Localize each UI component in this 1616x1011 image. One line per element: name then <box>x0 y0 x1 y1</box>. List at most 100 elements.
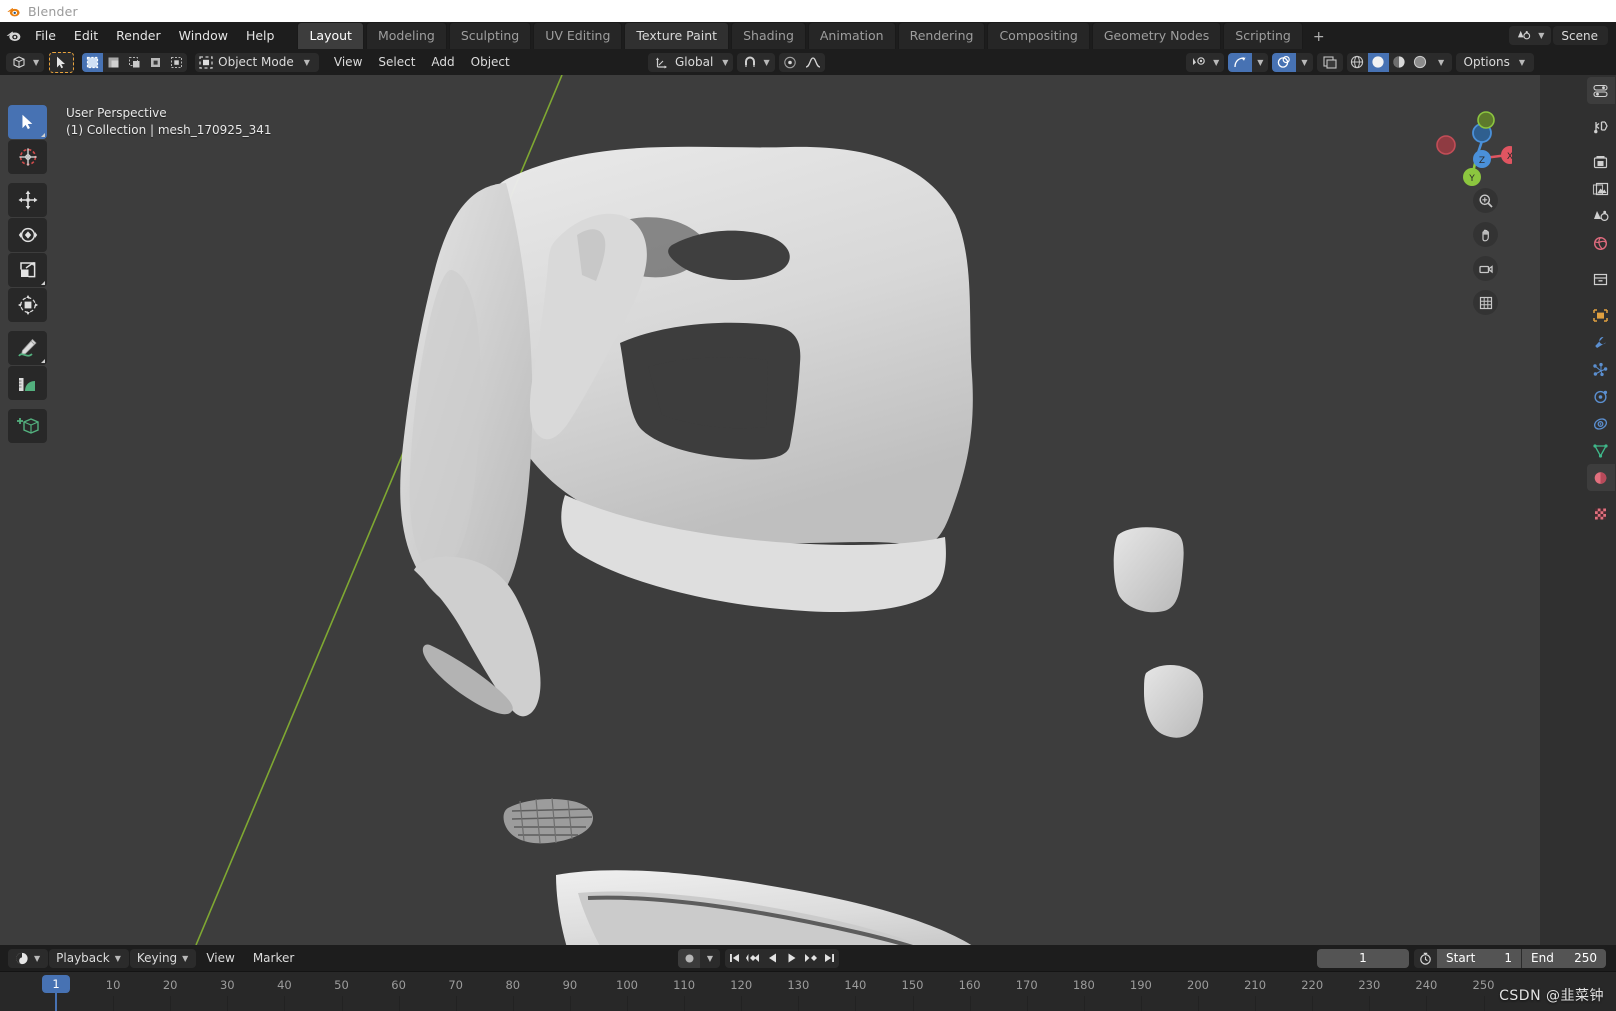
shading-rendered-icon[interactable] <box>1410 53 1431 72</box>
show-overlays-group[interactable]: ▼ <box>1272 52 1313 72</box>
tool-scale[interactable] <box>8 253 47 287</box>
playhead-marker[interactable]: 1 <box>42 975 70 993</box>
tool-move[interactable] <box>8 183 47 217</box>
mesh-object-scan[interactable] <box>0 75 1540 945</box>
scene-selector[interactable]: ▼ <box>1509 26 1552 45</box>
snap-settings[interactable]: ▼ <box>737 52 775 72</box>
select-extend-icon[interactable] <box>103 53 124 72</box>
select-box-icon[interactable] <box>82 52 104 72</box>
properties-tab-world[interactable] <box>1587 230 1615 257</box>
current-frame-field[interactable]: 1 <box>1317 948 1409 968</box>
tab-sculpting[interactable]: Sculpting <box>448 22 532 49</box>
tab-rendering[interactable]: Rendering <box>897 22 986 49</box>
timeline-menu-marker[interactable]: Marker <box>244 949 303 967</box>
tool-measure[interactable] <box>8 366 47 400</box>
properties-tab-constraints[interactable] <box>1587 410 1615 437</box>
tab-compositing[interactable]: Compositing <box>987 22 1090 49</box>
transform-orientation-selector[interactable]: Global ▼ <box>648 52 734 72</box>
navigation-gizmo[interactable]: X Y Z <box>1428 103 1512 187</box>
mode-dropdown[interactable]: Object Mode ▼ <box>195 52 319 72</box>
object-visibility-selector[interactable]: ▼ <box>1186 52 1225 72</box>
active-tool-indicator[interactable] <box>49 51 75 73</box>
viewport-menu-object[interactable]: Object <box>463 53 518 71</box>
start-frame-field[interactable]: Start 1 <box>1437 948 1521 968</box>
viewport-menu-add[interactable]: Add <box>423 53 462 71</box>
properties-tab-tool[interactable] <box>1587 77 1615 104</box>
pan-hand-icon[interactable] <box>1473 222 1498 247</box>
properties-tab-object[interactable] <box>1587 302 1615 329</box>
scene-name-field[interactable]: Scene <box>1553 26 1608 45</box>
properties-tab-data[interactable] <box>1587 437 1615 464</box>
timeline-ruler[interactable]: 1 10 20 30 40 50 60 70 80 90 100 110 120 130 140 150 16… <box>0 971 1616 1011</box>
jump-to-end-icon[interactable] <box>820 949 839 968</box>
tool-rotate[interactable] <box>8 218 47 252</box>
timeline-menu-playback[interactable]: Playback ▼ <box>49 948 129 968</box>
properties-tab-collection[interactable] <box>1587 266 1615 293</box>
select-subtract-icon[interactable] <box>124 53 145 72</box>
shading-solid-icon[interactable] <box>1367 52 1389 72</box>
menu-help[interactable]: Help <box>237 25 284 46</box>
viewport-options-button[interactable]: Options ▼ <box>1455 52 1534 72</box>
3d-viewport[interactable]: User Perspective (1) Collection | mesh_1… <box>0 75 1540 945</box>
properties-tab-material[interactable] <box>1587 464 1615 491</box>
menu-render[interactable]: Render <box>107 25 170 46</box>
properties-tab-scene[interactable] <box>1587 203 1615 230</box>
menu-window[interactable]: Window <box>170 25 237 46</box>
viewport-menu-select[interactable]: Select <box>370 53 423 71</box>
show-gizmo-icon[interactable] <box>1228 52 1253 72</box>
auto-keying-group[interactable]: ▼ <box>678 948 720 968</box>
properties-tab-particles[interactable] <box>1587 356 1615 383</box>
jump-to-start-icon[interactable] <box>725 949 744 968</box>
tool-annotate[interactable] <box>8 331 47 365</box>
ortho-persp-icon[interactable] <box>1473 290 1498 315</box>
select-invert-icon[interactable] <box>145 53 166 72</box>
tab-scripting[interactable]: Scripting <box>1223 22 1303 49</box>
tool-cursor[interactable] <box>8 140 47 174</box>
zoom-icon[interactable] <box>1473 188 1498 213</box>
tab-uv-editing[interactable]: UV Editing <box>533 22 623 49</box>
proportional-editing[interactable] <box>778 52 825 72</box>
editor-type-selector[interactable]: ▼ <box>6 52 45 72</box>
menu-edit[interactable]: Edit <box>65 25 107 46</box>
shading-wireframe-icon[interactable] <box>1347 53 1368 72</box>
properties-tab-render[interactable] <box>1587 113 1615 140</box>
show-gizmo-group[interactable]: ▼ <box>1228 52 1269 72</box>
shading-material-icon[interactable] <box>1389 53 1410 72</box>
viewport-menu-view[interactable]: View <box>326 53 370 71</box>
properties-tab-output[interactable] <box>1587 149 1615 176</box>
tool-add-cube[interactable] <box>8 409 47 443</box>
toggle-xray-icon[interactable] <box>1316 52 1343 72</box>
add-workspace-button[interactable]: + <box>1305 25 1333 49</box>
timeline-menu-keying[interactable]: Keying ▼ <box>129 948 197 968</box>
camera-icon[interactable] <box>1473 256 1498 281</box>
chevron-down-icon[interactable]: ▼ <box>700 949 720 968</box>
timeline-menu-view[interactable]: View <box>197 949 243 967</box>
show-overlays-icon[interactable] <box>1272 52 1297 72</box>
tool-tweak-select[interactable] <box>8 105 47 139</box>
menu-file[interactable]: File <box>26 25 65 46</box>
jump-to-prev-keyframe-icon[interactable] <box>744 949 763 968</box>
auto-keying-record-icon[interactable] <box>678 948 700 968</box>
tool-transform[interactable] <box>8 288 47 322</box>
select-intersect-icon[interactable] <box>166 53 187 72</box>
properties-tab-modifiers[interactable] <box>1587 329 1615 356</box>
tab-shading[interactable]: Shading <box>731 22 806 49</box>
properties-tab-physics[interactable] <box>1587 383 1615 410</box>
stopwatch-icon[interactable] <box>1414 949 1436 968</box>
chevron-down-icon[interactable]: ▼ <box>1252 52 1269 72</box>
chevron-down-icon[interactable]: ▼ <box>1296 52 1313 72</box>
play-reverse-icon[interactable] <box>763 949 782 968</box>
timeline-editor-type-selector[interactable]: ▼ <box>8 948 49 968</box>
tab-animation[interactable]: Animation <box>807 22 896 49</box>
jump-to-next-keyframe-icon[interactable] <box>801 949 820 968</box>
tab-layout[interactable]: Layout <box>297 22 364 49</box>
play-icon[interactable] <box>782 949 801 968</box>
blender-menu-icon[interactable] <box>0 22 26 49</box>
end-frame-field[interactable]: End 250 <box>1522 948 1606 968</box>
tab-texture-paint[interactable]: Texture Paint <box>624 22 730 49</box>
tab-geometry-nodes[interactable]: Geometry Nodes <box>1091 22 1222 49</box>
tab-modeling[interactable]: Modeling <box>365 22 447 49</box>
properties-tab-texture[interactable] <box>1587 500 1615 527</box>
chevron-down-icon[interactable]: ▼ <box>1431 53 1452 72</box>
properties-tab-view-layer[interactable] <box>1587 176 1615 203</box>
